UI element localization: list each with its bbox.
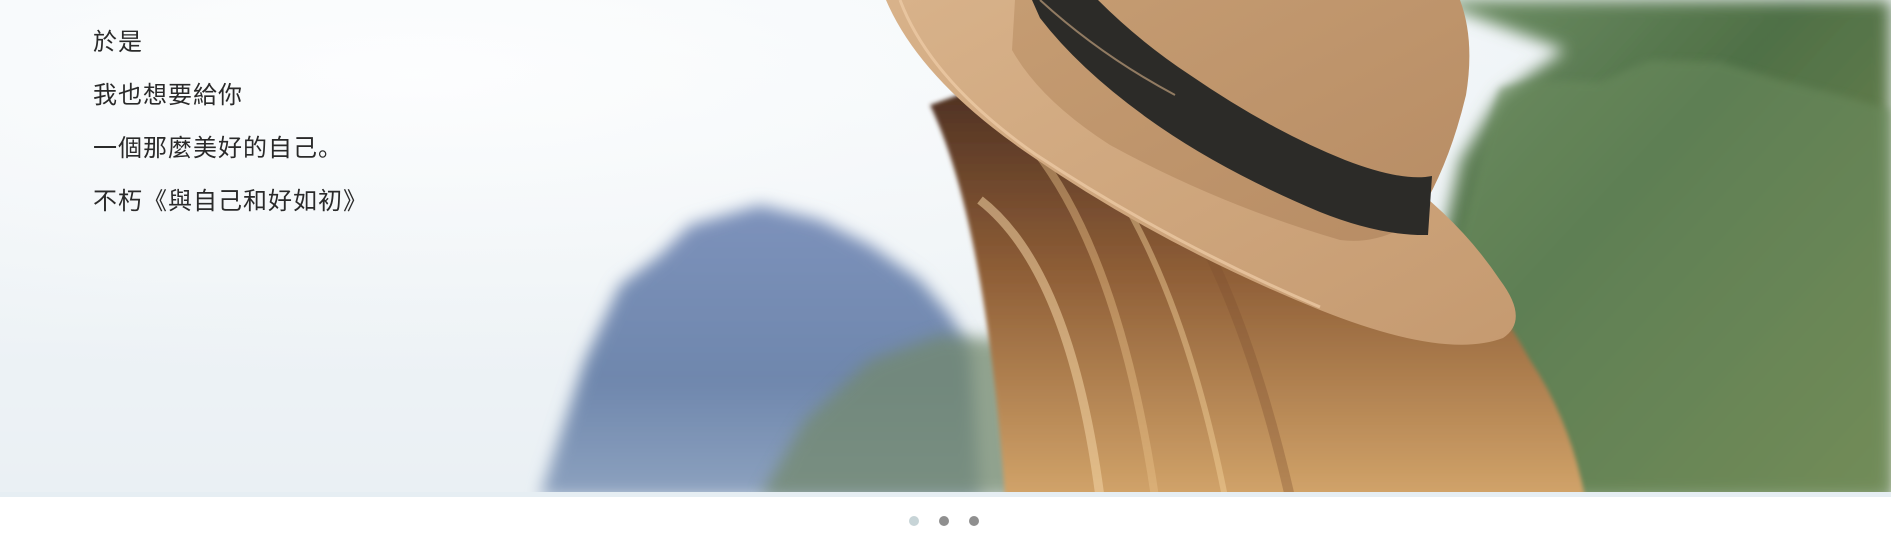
quote-line-1: 於是 (93, 28, 143, 56)
carousel-dot-2[interactable] (939, 516, 949, 526)
carousel-dot-1[interactable] (909, 516, 919, 526)
quote-line-4: 不朽《與自己和好如初》 (93, 187, 368, 215)
carousel-pagination (909, 516, 979, 526)
quote-line-2: 我也想要給你 (93, 81, 243, 109)
hero-banner: 於是 我也想要給你 一個那麼美好的自己。 不朽《與自己和好如初》 (0, 0, 1891, 497)
quote-text: 於是 我也想要給你 一個那麼美好的自己。 不朽《與自己和好如初》 (93, 16, 613, 228)
page: 於是 我也想要給你 一個那麼美好的自己。 不朽《與自己和好如初》 (0, 0, 1891, 538)
quote-line-3: 一個那麼美好的自己。 (93, 134, 343, 162)
carousel-dot-3[interactable] (969, 516, 979, 526)
